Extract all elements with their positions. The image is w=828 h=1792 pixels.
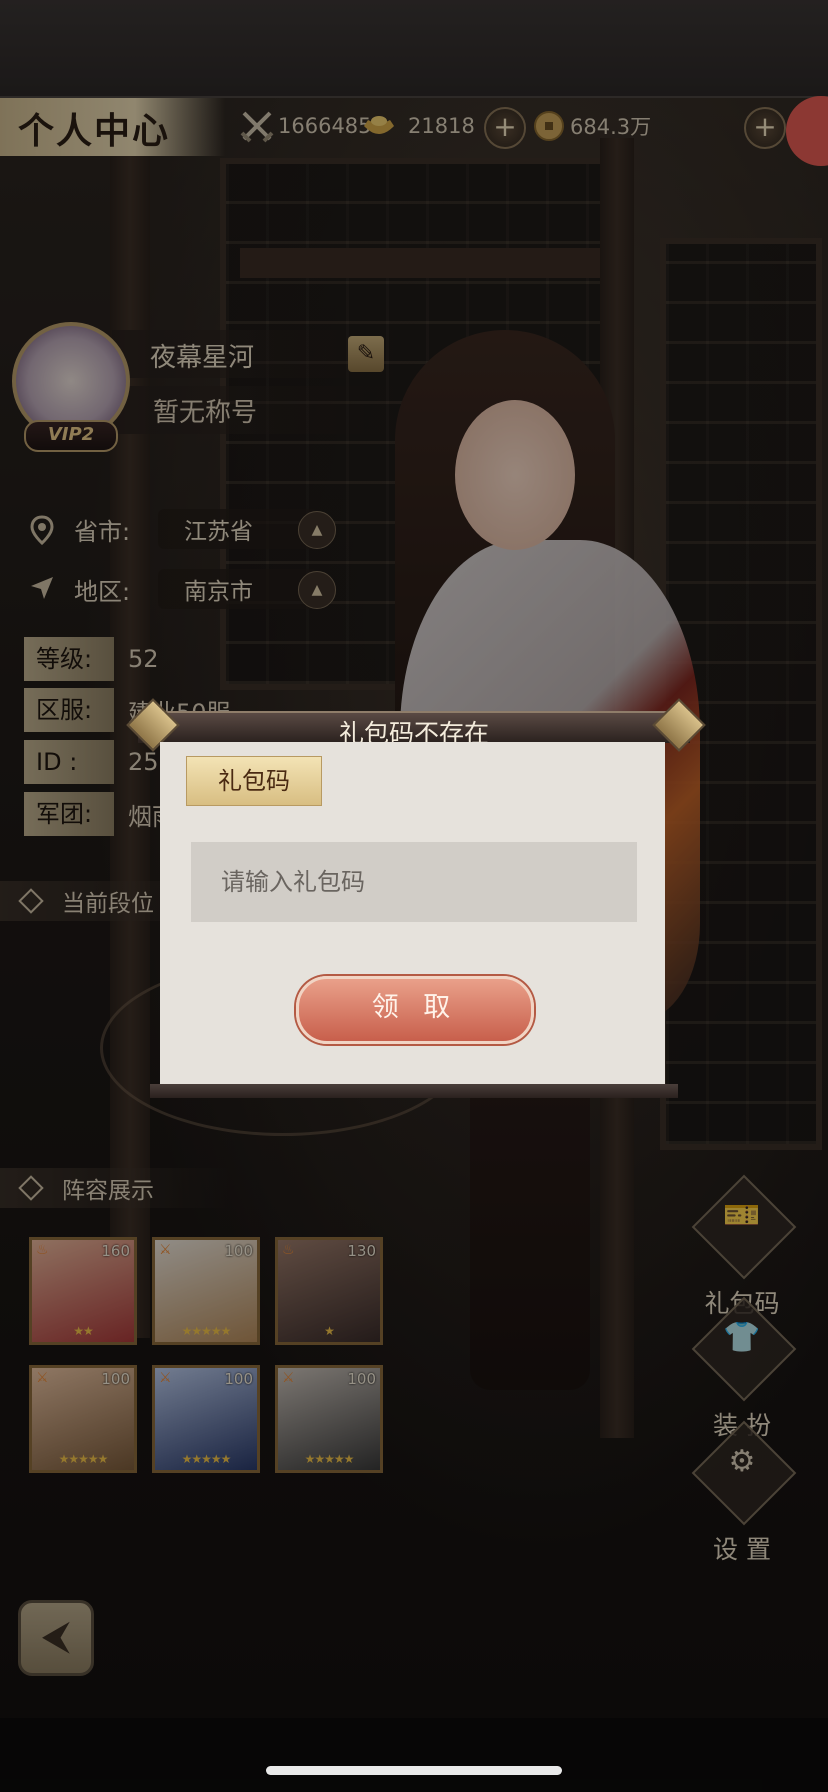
tab-gift-code[interactable]: 礼包码 xyxy=(186,756,322,806)
claim-button[interactable]: 领 取 xyxy=(296,976,534,1044)
gift-code-input[interactable] xyxy=(191,842,637,922)
dialog-bottom-roller xyxy=(150,1084,678,1098)
home-indicator[interactable] xyxy=(266,1766,562,1775)
